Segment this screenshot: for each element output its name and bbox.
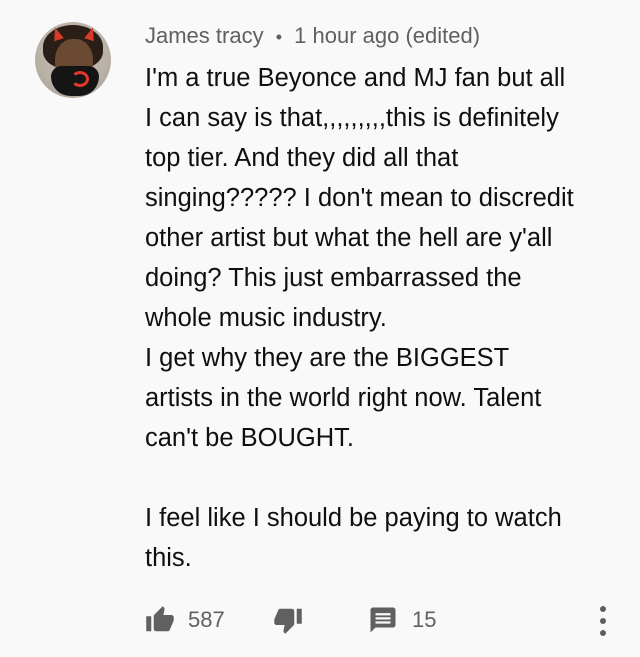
author-name[interactable]: James tracy [145, 23, 264, 48]
comment-line: can't be BOUGHT. [145, 424, 354, 452]
comment-line: I'm a true Beyonce and MJ fan but all [145, 64, 566, 92]
comment-header: James tracy • 1 hour ago (edited) [145, 22, 480, 51]
comment-line: top tier. And they did all that [145, 144, 459, 172]
like-count: 587 [188, 607, 225, 632]
comment-item: James tracy • 1 hour ago (edited) I'm a … [0, 0, 640, 657]
reply-icon[interactable] [368, 605, 398, 635]
comment-line: I feel like I should be paying to watch [145, 504, 562, 532]
comment-actions: 587 15 [0, 598, 640, 642]
comment-line: whole music industry. [145, 304, 387, 332]
comment-body: I'm a true Beyonce and MJ fan but all I … [145, 58, 625, 578]
comment-line: doing? This just embarrassed the [145, 264, 522, 292]
avatar[interactable] [35, 22, 111, 98]
thumbs-down-icon[interactable] [273, 605, 303, 635]
separator-dot: • [275, 27, 283, 47]
timestamp[interactable]: 1 hour ago (edited) [294, 23, 480, 48]
comment-line: I get why they are the BIGGEST [145, 344, 510, 372]
comment-blank-line [145, 458, 625, 498]
comment-line: singing????? I don't mean to discredit [145, 184, 574, 212]
reply-count: 15 [412, 607, 437, 632]
comment-line: this. [145, 544, 192, 572]
comment-line: I can say is that,,,,,,,,,this is defini… [145, 104, 559, 132]
more-vertical-icon[interactable] [593, 604, 613, 638]
comment-line: artists in the world right now. Talent [145, 384, 542, 412]
comment-line: other artist but what the hell are y'all [145, 224, 553, 252]
thumbs-up-icon[interactable] [145, 605, 175, 635]
